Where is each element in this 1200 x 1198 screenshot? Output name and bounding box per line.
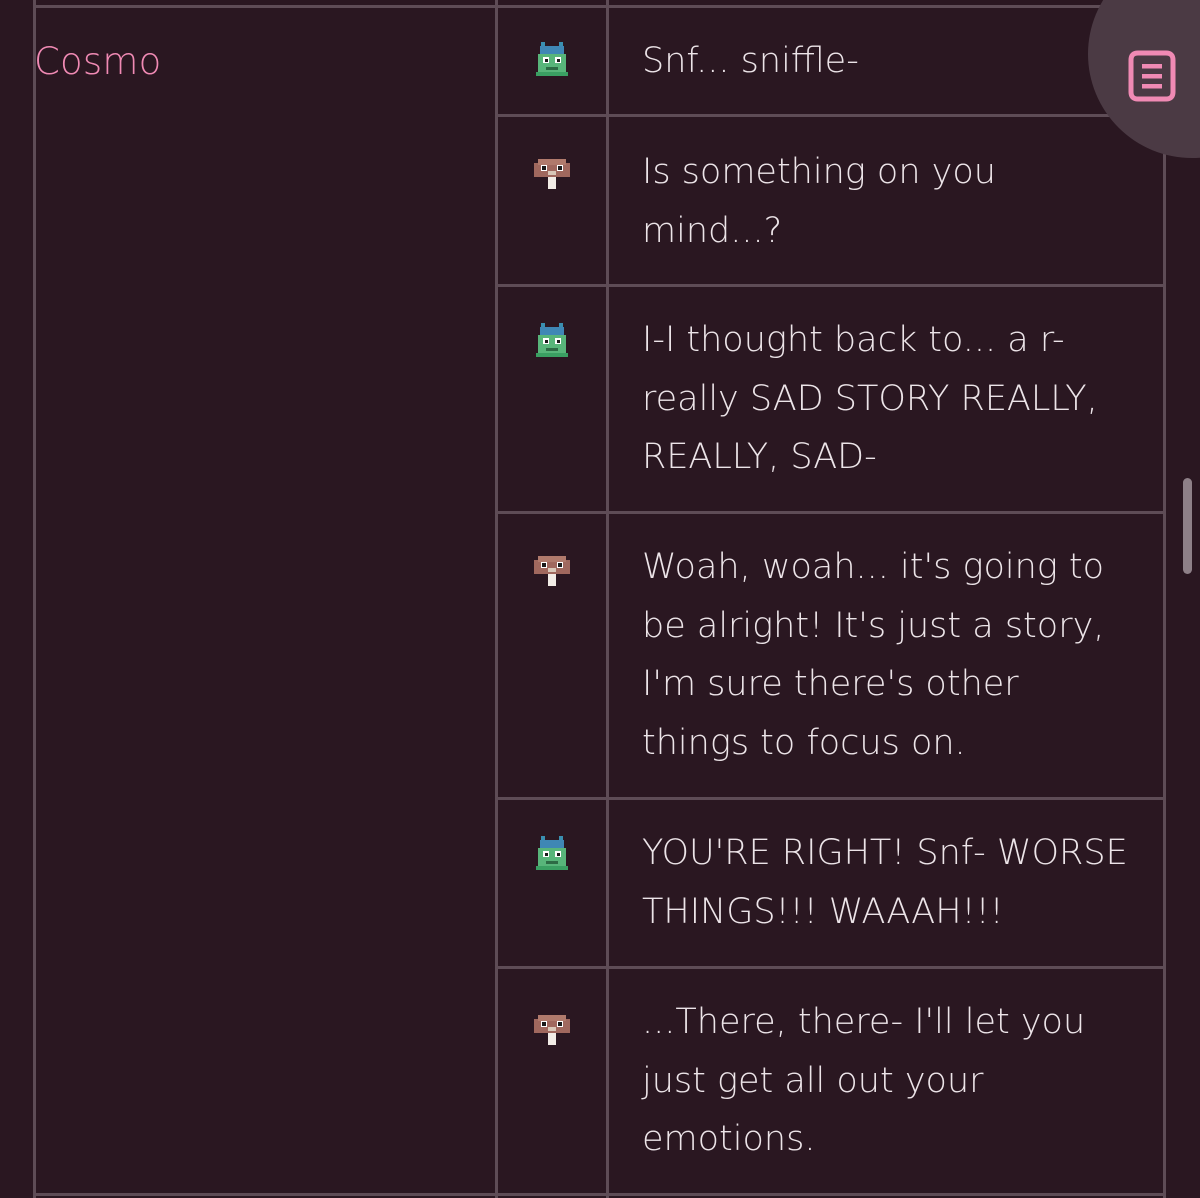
icon-cell bbox=[498, 287, 606, 511]
notes-list-icon[interactable] bbox=[1128, 50, 1176, 102]
dialogue-row: Is something on you mind...? bbox=[498, 117, 1164, 284]
dialogue-text: Woah, woah... it's going to be alright! … bbox=[642, 547, 1105, 763]
scrollbar-thumb[interactable] bbox=[1183, 478, 1192, 574]
dialogue-row: Snf... sniffle- bbox=[498, 8, 1164, 114]
green-bug-sprite-icon bbox=[536, 323, 568, 357]
icon-cell bbox=[498, 969, 606, 1193]
icon-cell bbox=[498, 800, 606, 966]
icon-cell bbox=[498, 8, 606, 114]
dialogue-text: I-I thought back to... a r- really SAD S… bbox=[642, 320, 1098, 477]
brown-bird-sprite-icon bbox=[534, 556, 570, 586]
green-bug-sprite-icon bbox=[536, 42, 568, 76]
icon-cell bbox=[498, 514, 606, 797]
table-border-left bbox=[33, 0, 36, 1198]
dialogue-row: Woah, woah... it's going to be alright! … bbox=[498, 514, 1164, 797]
dialogue-text: YOU'RE RIGHT! Snf- WORSE THINGS!!! WAAAH… bbox=[642, 833, 1128, 932]
dialogue-text: Snf... sniffle- bbox=[642, 41, 859, 81]
table-border-bottom bbox=[33, 1193, 1166, 1196]
speaker-name: Cosmo bbox=[34, 40, 162, 83]
icon-cell bbox=[498, 117, 606, 284]
dialogue-row: I-I thought back to... a r- really SAD S… bbox=[498, 287, 1164, 511]
dialogue-text: ...There, there- I'll let you just get a… bbox=[642, 1002, 1086, 1159]
brown-bird-sprite-icon bbox=[534, 159, 570, 189]
dialogue-row: ...There, there- I'll let you just get a… bbox=[498, 969, 1164, 1193]
brown-bird-sprite-icon bbox=[534, 1015, 570, 1045]
dialogue-text: Is something on you mind...? bbox=[642, 152, 996, 251]
dialogue-row: YOU'RE RIGHT! Snf- WORSE THINGS!!! WAAAH… bbox=[498, 800, 1164, 966]
dialogue-page: Cosmo Snf... sniffle- Is something on yo… bbox=[0, 0, 1200, 1198]
green-bug-sprite-icon bbox=[536, 836, 568, 870]
